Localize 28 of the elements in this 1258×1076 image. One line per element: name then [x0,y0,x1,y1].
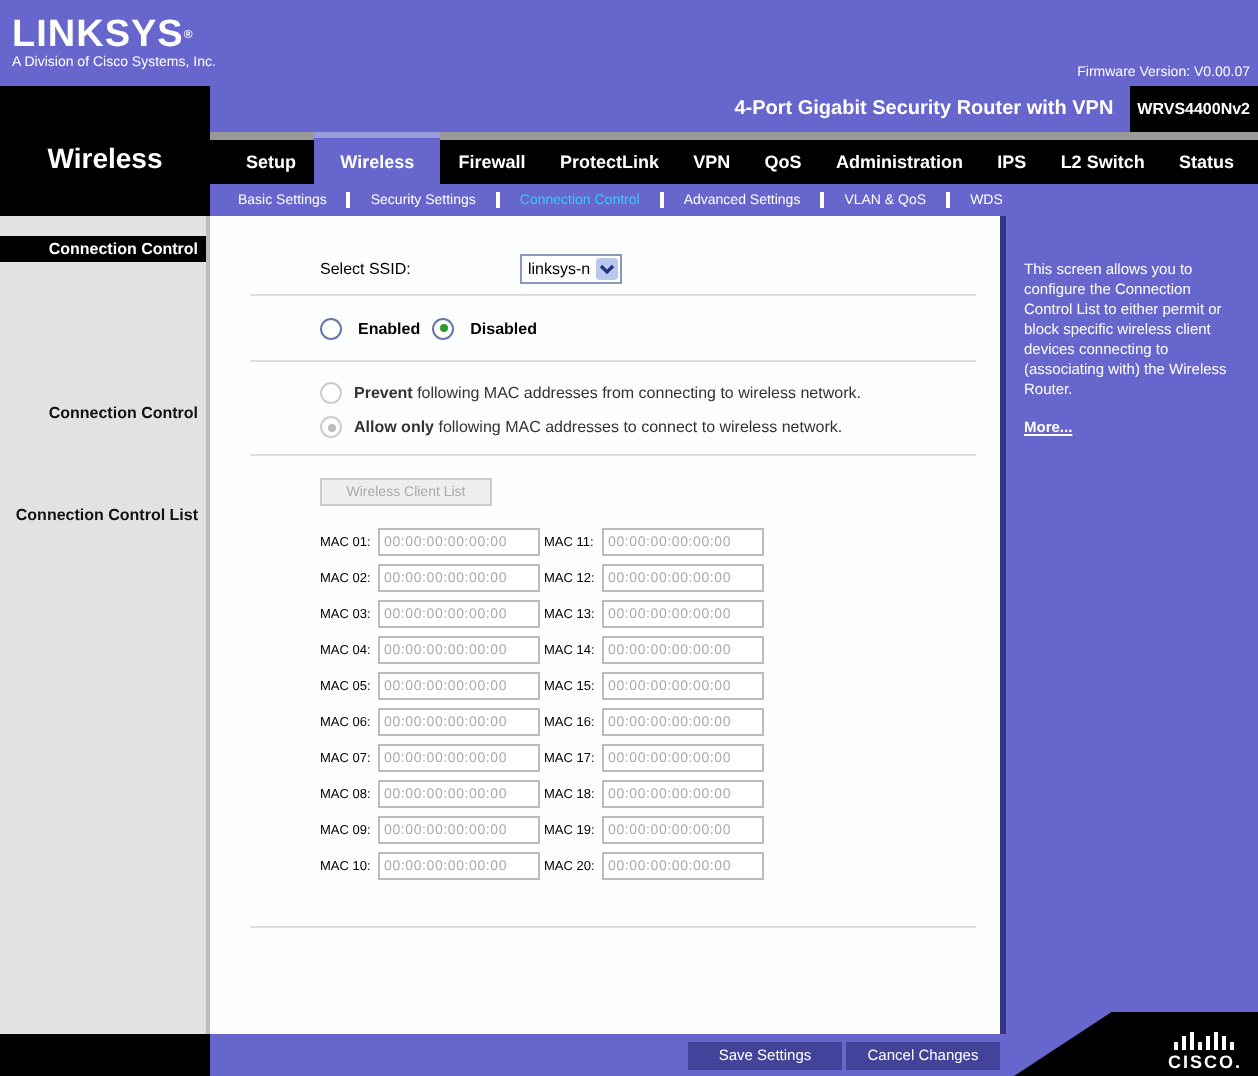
product-name: 4-Port Gigabit Security Router with VPN [734,98,1116,120]
radio-button[interactable] [320,317,342,339]
model-number: WRVS4400Nv2 [1129,86,1258,132]
radio-label: Disabled [470,319,537,337]
nav-tab[interactable]: VPN [677,132,747,184]
radio-button[interactable] [432,317,455,339]
section-label: Connection Control [48,404,198,422]
radio-label: Enabled [358,319,421,337]
page-title: Wireless [47,141,163,173]
nav-tab[interactable]: Wireless [314,132,441,184]
section-header: Connection Control [0,236,206,262]
nav-tab[interactable]: Firewall [442,132,542,184]
radio-label: Allow only following MAC addresses to connect to wireless network. [354,418,843,436]
nav-tab[interactable]: ProtectLink [543,132,675,184]
cisco-bars-icon [1174,1032,1235,1050]
brand-logo: LINKSYS$^{®}$ [12,16,196,56]
nav-tab[interactable]: L2 Switch [1044,132,1161,184]
radio-label: Prevent following MAC addresses from connecting to wireless network. [354,384,861,402]
nav-tab[interactable]: Setup [230,132,313,184]
ssid-label: Select SSID: [320,259,413,277]
nav-tab[interactable]: Administration [819,132,979,184]
dropdown-arrow-icon [596,257,619,279]
ssid-dropdown[interactable]: linksys-n [520,253,623,283]
nav-tab[interactable]: IPS [981,132,1043,184]
nav-tab[interactable]: Status [1162,132,1250,184]
section-label: Connection Control List [15,506,198,524]
cisco-logo-text: CISCO. [1167,1052,1242,1072]
nav-tab[interactable]: QoS [748,132,818,184]
